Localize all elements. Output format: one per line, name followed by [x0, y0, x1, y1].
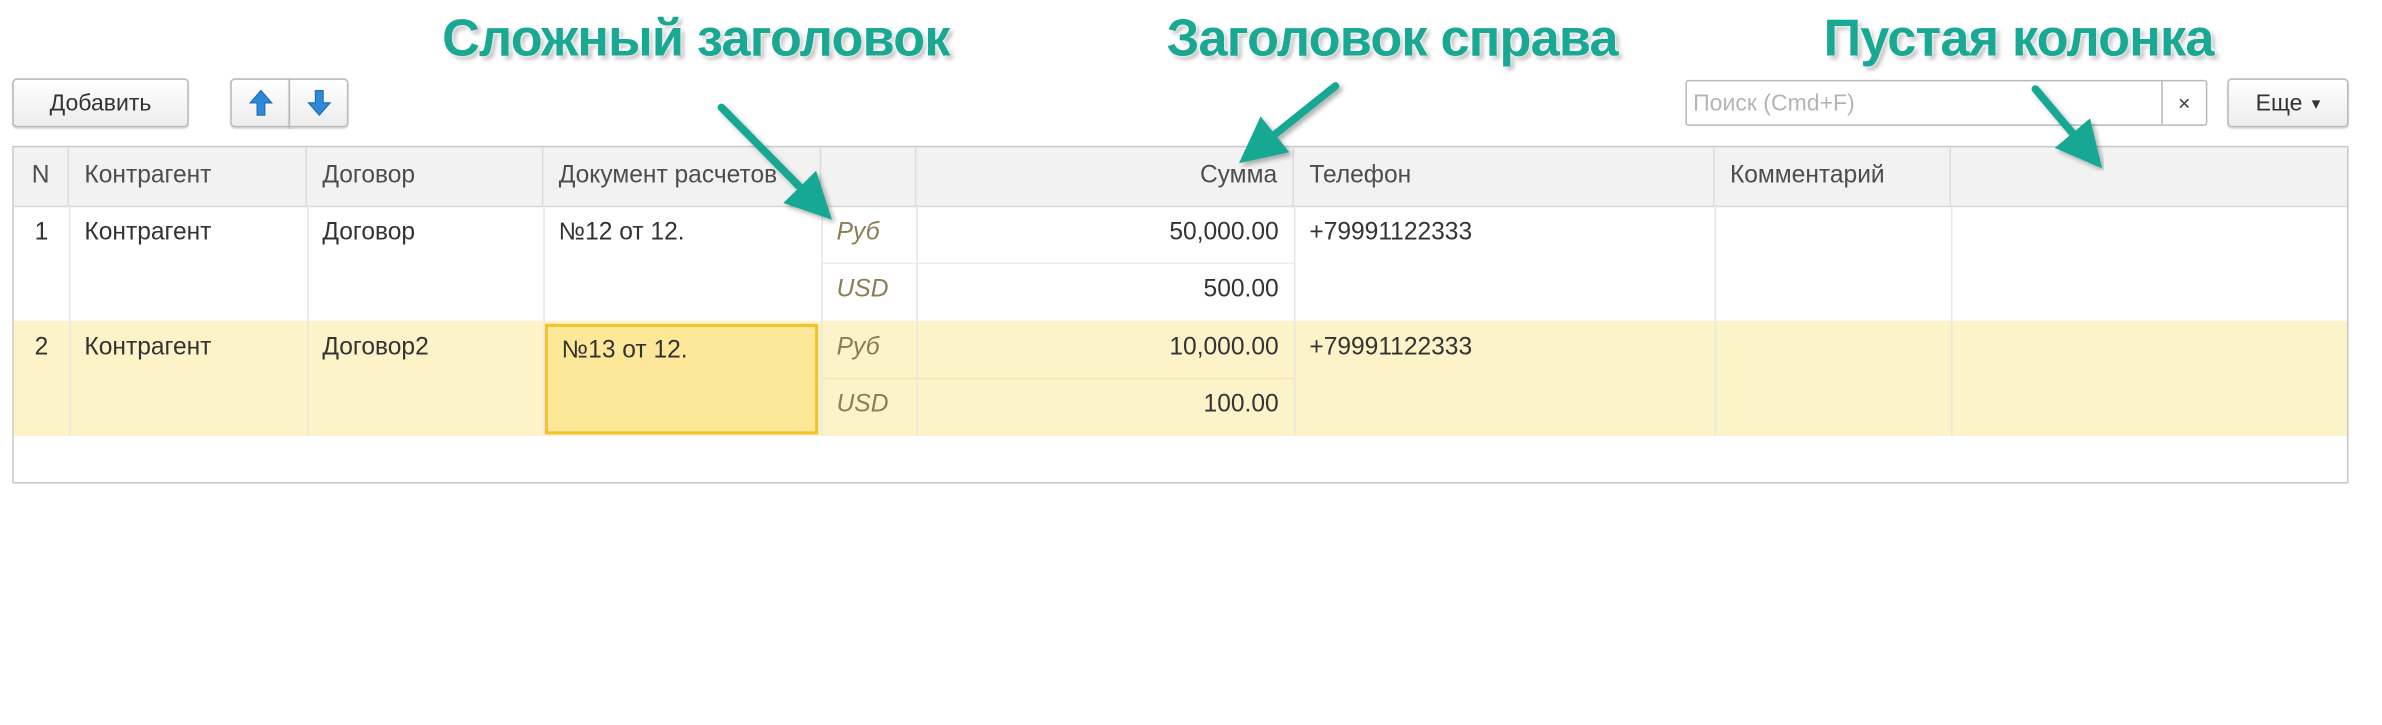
contract-cell: Договор2: [322, 334, 429, 361]
close-icon: ×: [2178, 90, 2191, 116]
arrow-down-icon: [302, 86, 336, 120]
more-button-label: Еще: [2255, 89, 2303, 116]
currency-cell: USD: [836, 391, 889, 418]
search-box: ×: [1685, 79, 2208, 126]
row-separator: [821, 262, 1295, 265]
column-divider: [543, 205, 545, 436]
move-up-button[interactable]: [230, 78, 291, 128]
column-divider: [1714, 205, 1717, 436]
annotation-empty-column: Пустая колонка: [1823, 9, 2215, 68]
column-divider: [69, 205, 71, 436]
contract-cell: Договор: [322, 219, 416, 246]
phone-cell: +79991122333: [1309, 219, 1473, 246]
column-divider: [1950, 205, 1953, 436]
counterparty-cell: Контрагент: [84, 334, 212, 361]
arrow-to-right-header: [1239, 82, 1340, 164]
counterparty-cell: Контрагент: [84, 219, 212, 246]
chevron-down-icon: ▾: [2311, 94, 2321, 113]
document-cell: №13 от 12.: [561, 337, 688, 364]
currency-cell: Руб: [836, 219, 880, 246]
more-button[interactable]: Еще ▾: [2227, 78, 2349, 128]
column-header-contract[interactable]: Договор: [307, 147, 544, 206]
table-row[interactable]: 1 Контрагент Договор №12 от 12. Руб 50,0…: [14, 206, 2347, 321]
table-header: N Контрагент Договор Документ расчетов С…: [13, 147, 2348, 208]
column-divider: [307, 205, 309, 436]
sum-cell: 500.00: [1203, 276, 1279, 303]
currency-cell: USD: [836, 276, 889, 303]
column-divider: [1294, 205, 1296, 436]
table-row-selected[interactable]: 2 Контрагент Договор2 Руб 10,000.00 USD …: [13, 320, 2348, 436]
focused-document-cell[interactable]: №13 от 12.: [544, 323, 819, 435]
sum-cell: 10,000.00: [1169, 334, 1279, 361]
currency-cell: Руб: [836, 334, 880, 361]
clear-search-button[interactable]: ×: [2161, 81, 2206, 125]
column-header-comment[interactable]: Комментарий: [1715, 147, 1951, 206]
column-header-sum[interactable]: Сумма: [916, 147, 1295, 206]
add-button-label: Добавить: [49, 89, 152, 116]
column-header-phone[interactable]: Телефон: [1294, 147, 1715, 206]
arrow-up-icon: [243, 86, 277, 120]
column-header-empty[interactable]: [1951, 147, 2347, 205]
add-button[interactable]: Добавить: [12, 78, 189, 128]
search-input[interactable]: [1686, 81, 2160, 125]
row-number: 1: [34, 219, 49, 246]
sum-cell: 100.00: [1203, 391, 1279, 418]
column-header-currency[interactable]: [821, 147, 917, 206]
move-down-button[interactable]: [288, 78, 349, 128]
document-cell: №12 от 12.: [558, 219, 685, 246]
row-number: 2: [34, 334, 49, 361]
column-header-counterparty[interactable]: Контрагент: [69, 147, 307, 206]
sum-cell: 50,000.00: [1169, 219, 1279, 246]
phone-cell: +79991122333: [1309, 334, 1473, 361]
column-header-document[interactable]: Документ расчетов: [543, 147, 822, 206]
annotation-right-header: Заголовок справа: [1166, 9, 1619, 68]
row-separator: [821, 377, 1295, 380]
column-divider: [916, 205, 918, 436]
column-divider: [821, 205, 823, 436]
annotation-complex-header: Сложный заголовок: [442, 9, 950, 68]
data-table[interactable]: N Контрагент Договор Документ расчетов С…: [12, 145, 2349, 484]
column-header-n[interactable]: N: [14, 147, 70, 206]
